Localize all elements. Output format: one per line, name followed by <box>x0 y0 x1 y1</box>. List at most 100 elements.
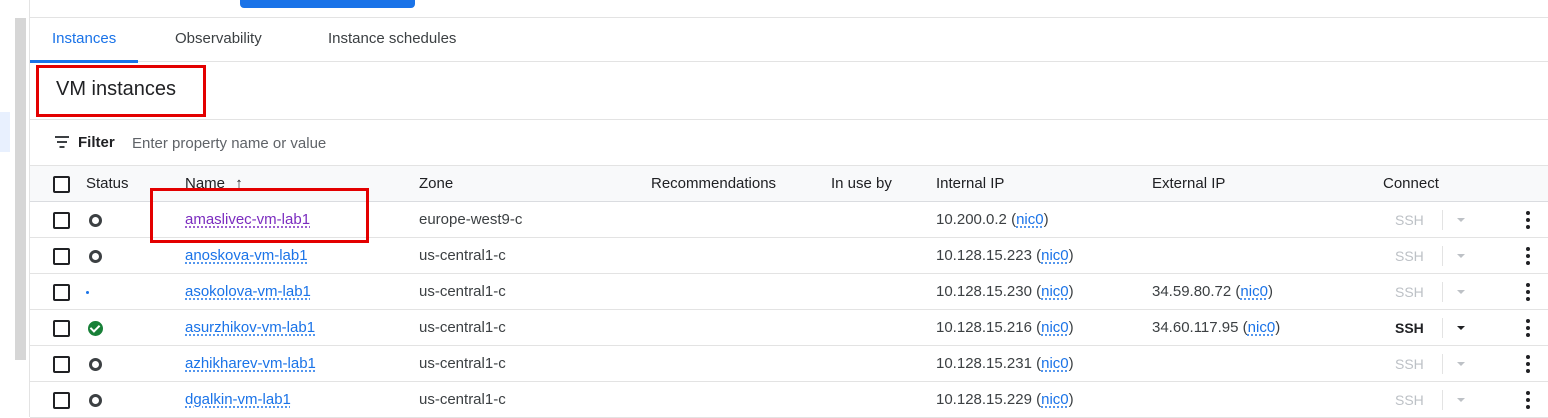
ssh-dropdown-icon[interactable] <box>1457 254 1465 258</box>
more-actions-icon[interactable] <box>1526 319 1530 337</box>
stopped-status-icon <box>89 358 102 371</box>
row-checkbox[interactable] <box>53 356 70 373</box>
internal-nic-link[interactable]: nic0 <box>1041 247 1069 264</box>
external-nic-link[interactable]: nic0 <box>1248 319 1276 336</box>
select-all-checkbox[interactable] <box>53 176 70 193</box>
instance-name-cell: amaslivec-vm-lab1 <box>185 202 310 238</box>
ssh-divider <box>1442 354 1443 374</box>
instance-name-cell: asurzhikov-vm-lab1 <box>185 310 315 346</box>
internal-nic-link[interactable]: nic0 <box>1041 283 1069 300</box>
table-row: dgalkin-vm-lab1 us-central1-c 10.128.15.22… <box>30 382 1548 418</box>
row-checkbox[interactable] <box>53 392 70 409</box>
external-nic-link[interactable]: nic0 <box>1240 283 1268 300</box>
table-row: azhikharev-vm-lab1 us-central1-c 10.128.15… <box>30 346 1548 382</box>
internal-ip-cell: 10.128.15.230 (nic0) <box>936 283 1074 300</box>
internal-ip-value: 10.128.15.229 <box>936 391 1032 408</box>
internal-nic-link[interactable]: nic0 <box>1016 211 1044 228</box>
column-recommendations[interactable]: Recommendations <box>651 166 776 202</box>
tab-instances[interactable]: Instances <box>30 18 139 63</box>
more-actions-icon[interactable] <box>1526 211 1530 229</box>
column-external-ip[interactable]: External IP <box>1152 166 1225 202</box>
tab-observability[interactable]: Observability <box>153 18 284 62</box>
ssh-divider <box>1442 246 1443 266</box>
ssh-button[interactable]: SSH <box>1395 202 1424 238</box>
internal-ip-value: 10.128.15.231 <box>936 355 1032 372</box>
column-name[interactable]: Name ↑ <box>185 166 243 202</box>
stopped-status-icon <box>89 250 102 263</box>
instance-name-link[interactable]: dgalkin-vm-lab1 <box>185 391 291 408</box>
ssh-button[interactable]: SSH <box>1395 274 1424 310</box>
tab-bar: Instances Observability Instance schedul… <box>30 18 1548 63</box>
row-checkbox[interactable] <box>53 284 70 301</box>
zone-cell: europe-west9-c <box>419 211 523 228</box>
zone-cell: us-central1-c <box>419 391 506 408</box>
internal-ip-value: 10.128.15.230 <box>936 283 1032 300</box>
row-checkbox[interactable] <box>53 320 70 337</box>
external-ip-value: 34.59.80.72 <box>1152 283 1232 300</box>
ssh-dropdown-icon[interactable] <box>1457 218 1465 222</box>
ssh-divider <box>1442 282 1443 302</box>
instance-name-cell: dgalkin-vm-lab1 <box>185 382 291 418</box>
stopped-status-icon <box>89 214 102 227</box>
instance-name-link[interactable]: asurzhikov-vm-lab1 <box>185 319 315 336</box>
nav-scrollbar[interactable] <box>15 18 26 360</box>
ssh-dropdown-icon[interactable] <box>1457 362 1465 366</box>
top-toolbar <box>30 0 1548 18</box>
ssh-button[interactable]: SSH <box>1395 310 1424 346</box>
page-title: VM instances <box>56 78 177 100</box>
page-header: VM instances <box>30 62 1548 120</box>
internal-ip-cell: 10.128.15.229 (nic0) <box>936 391 1074 408</box>
zone-cell: us-central1-c <box>419 283 506 300</box>
row-checkbox[interactable] <box>53 248 70 265</box>
instance-name-link[interactable]: amaslivec-vm-lab1 <box>185 211 310 228</box>
vm-instances-table: Status Name ↑ Zone Recommendations In us… <box>30 166 1548 418</box>
filter-icon[interactable] <box>54 136 70 150</box>
instance-name-link[interactable]: asokolova-vm-lab1 <box>185 283 311 300</box>
instance-name-link[interactable]: anoskova-vm-lab1 <box>185 247 308 264</box>
column-in-use-by[interactable]: In use by <box>831 166 892 202</box>
left-nav-rail <box>0 0 30 417</box>
tab-instance-schedules[interactable]: Instance schedules <box>306 18 478 62</box>
ssh-button[interactable]: SSH <box>1395 346 1424 382</box>
instance-name-cell: azhikharev-vm-lab1 <box>185 346 316 382</box>
internal-ip-cell: 10.128.15.223 (nic0) <box>936 247 1074 264</box>
ssh-button[interactable]: SSH <box>1395 238 1424 274</box>
column-zone[interactable]: Zone <box>419 166 453 202</box>
ssh-divider <box>1442 210 1443 230</box>
more-actions-icon[interactable] <box>1526 355 1530 373</box>
create-instance-button[interactable] <box>240 0 415 8</box>
external-ip-cell: 34.60.117.95 (nic0) <box>1152 319 1281 336</box>
ssh-dropdown-icon[interactable] <box>1457 290 1465 294</box>
internal-nic-link[interactable]: nic0 <box>1041 319 1069 336</box>
table-row: anoskova-vm-lab1 us-central1-c 10.128.15.2… <box>30 238 1548 274</box>
ssh-dropdown-icon[interactable] <box>1457 398 1465 402</box>
filter-input[interactable] <box>130 130 630 156</box>
table-row: amaslivec-vm-lab1 europe-west9-c 10.200.0.… <box>30 202 1548 238</box>
column-internal-ip[interactable]: Internal IP <box>936 166 1004 202</box>
ssh-divider <box>1442 318 1443 338</box>
filter-label[interactable]: Filter <box>78 134 115 151</box>
instance-name-cell: asokolova-vm-lab1 <box>185 274 311 310</box>
zone-cell: us-central1-c <box>419 355 506 372</box>
ssh-button[interactable]: SSH <box>1395 382 1424 418</box>
external-ip-cell: 34.59.80.72 (nic0) <box>1152 283 1273 300</box>
column-status[interactable]: Status <box>86 166 129 202</box>
column-connect: Connect <box>1383 175 1439 192</box>
more-actions-icon[interactable] <box>1526 283 1530 301</box>
internal-ip-cell: 10.128.15.216 (nic0) <box>936 319 1074 336</box>
external-ip-value: 34.60.117.95 <box>1152 319 1239 336</box>
internal-ip-value: 10.128.15.223 <box>936 247 1032 264</box>
table-row: asokolova-vm-lab1 us-central1-c 10.128.15.… <box>30 274 1548 310</box>
internal-ip-value: 10.200.0.2 <box>936 211 1007 228</box>
running-status-icon <box>88 321 103 336</box>
more-actions-icon[interactable] <box>1526 247 1530 265</box>
internal-ip-cell: 10.200.0.2 (nic0) <box>936 211 1049 228</box>
nav-active-indicator <box>0 112 10 152</box>
table-body: amaslivec-vm-lab1 europe-west9-c 10.200.0.… <box>30 202 1548 418</box>
row-checkbox[interactable] <box>53 212 70 229</box>
instance-name-link[interactable]: azhikharev-vm-lab1 <box>185 355 316 372</box>
internal-nic-link[interactable]: nic0 <box>1041 391 1069 408</box>
ssh-dropdown-icon[interactable] <box>1457 326 1465 330</box>
more-actions-icon[interactable] <box>1526 391 1530 409</box>
internal-nic-link[interactable]: nic0 <box>1041 355 1069 372</box>
